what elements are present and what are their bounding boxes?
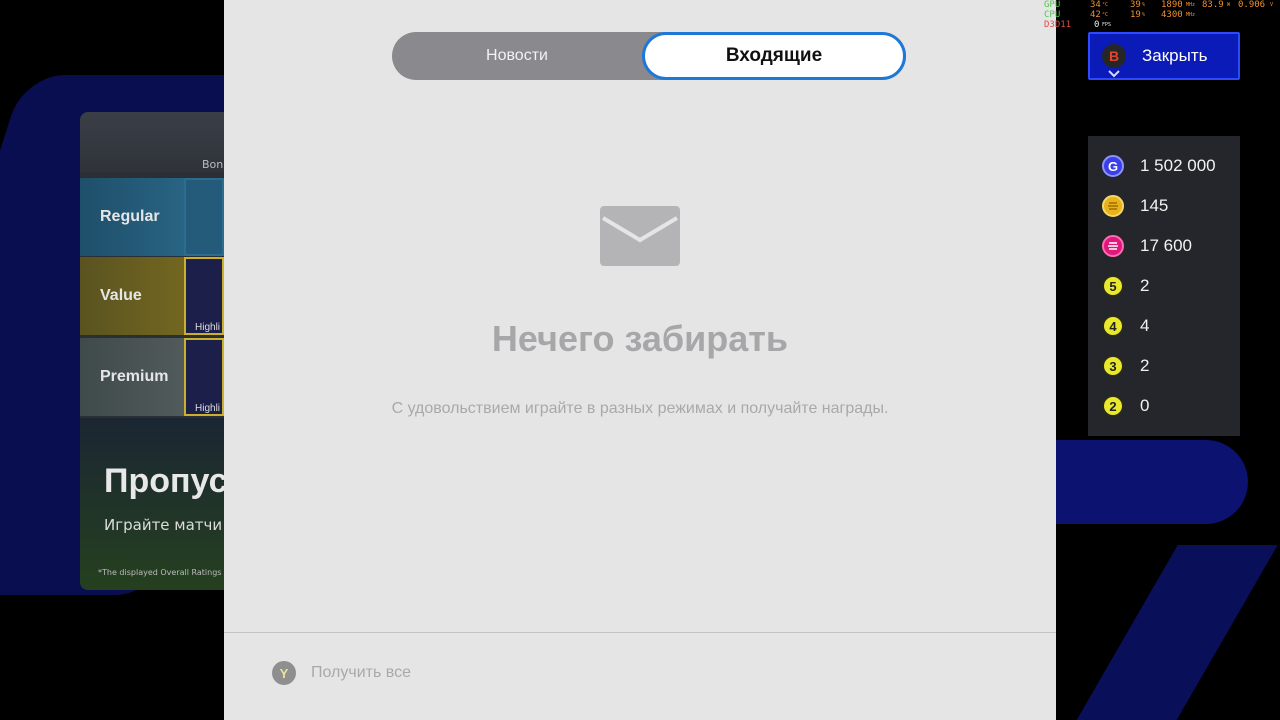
envelope-icon — [600, 206, 680, 266]
perf-gpu-power-unit: W — [1227, 2, 1231, 8]
background-promo-subtitle: Играйте матчи — [104, 516, 223, 534]
gp-coin-icon: G — [1102, 155, 1124, 177]
perf-cpu-temp: 42 — [1090, 10, 1101, 20]
background-card-thumb-label: Highli — [195, 322, 221, 333]
currency-row-coins: 145 — [1102, 194, 1168, 218]
chevron-down-icon — [1108, 70, 1120, 78]
background-card-label: Value — [100, 287, 142, 304]
currency-row-gp: G 1 502 000 — [1102, 154, 1216, 178]
tab-switch: Новости Входящие — [392, 32, 906, 80]
ticket-5-icon: 5 — [1102, 275, 1124, 297]
perf-cpu-load: 19 — [1130, 10, 1141, 20]
currency-row-ticket-2: 2 0 — [1102, 394, 1149, 418]
background-card-thumb — [184, 178, 224, 256]
close-button-label: Закрыть — [1142, 46, 1208, 65]
currency-value: 17 600 — [1140, 236, 1192, 255]
perf-gpu-load-unit: % — [1142, 2, 1146, 8]
currency-row-ticket-3: 3 2 — [1102, 354, 1149, 378]
perf-gpu-clock: 1890 — [1161, 0, 1183, 10]
perf-cpu-clock-unit: MHz — [1186, 12, 1196, 18]
perf-gpu-voltage-unit: V — [1270, 2, 1274, 8]
performance-overlay: GPU 34 °C 39 % 1890 MHz 83.9 W 0.906 V C… — [1044, 0, 1280, 32]
perf-gpu-clock-unit: MHz — [1186, 2, 1196, 8]
background-promo-note: *The displayed Overall Ratings re — [98, 568, 230, 577]
currency-panel: G 1 502 000 145 17 600 5 2 4 4 3 2 2 0 — [1088, 136, 1240, 436]
currency-value: 0 — [1140, 396, 1150, 415]
currency-row-ticket-5: 5 2 — [1102, 274, 1149, 298]
perf-gpu-load: 39 — [1130, 0, 1141, 10]
ticket-3-icon: 3 — [1102, 355, 1124, 377]
empty-state-subtitle: С удовольствием играйте в разных режимах… — [391, 400, 889, 417]
background-card-regular: Regular — [80, 178, 230, 256]
inbox-modal: Новости Входящие Нечего забирать С удово… — [224, 0, 1056, 720]
claim-all-button[interactable]: Y Получить все — [272, 660, 411, 686]
currency-row-ticket-4: 4 4 — [1102, 314, 1149, 338]
currency-value: 2 — [1140, 356, 1150, 375]
background-card-premium: Premium Highli — [80, 338, 230, 416]
currency-value: 2 — [1140, 276, 1150, 295]
perf-cpu-temp-unit: °C — [1102, 12, 1109, 18]
currency-row-points: 17 600 — [1102, 234, 1192, 258]
background-promo: Пропус Играйте матчи *The displayed Over… — [80, 418, 230, 590]
tab-news[interactable]: Новости — [392, 32, 642, 80]
empty-state-title: Нечего забирать — [491, 318, 789, 359]
background-stripe — [1062, 545, 1278, 720]
currency-value: 145 — [1140, 196, 1169, 215]
y-button-icon: Y — [272, 661, 296, 685]
background-promo-title: Пропус — [104, 462, 228, 500]
perf-fps-unit: FPS — [1102, 22, 1112, 28]
perf-fps: 0 — [1094, 20, 1100, 30]
background-card-label: Regular — [100, 208, 160, 225]
ticket-2-icon: 2 — [1102, 395, 1124, 417]
tab-inbox[interactable]: Входящие — [642, 32, 906, 80]
perf-api-label: D3D11 — [1044, 20, 1072, 30]
close-button[interactable]: B Закрыть — [1088, 32, 1240, 80]
perf-cpu-label: CPU — [1044, 10, 1061, 20]
background-pack-panel: Bonu Regular Value Highli Premium Highli… — [80, 112, 230, 590]
b-button-icon: B — [1102, 44, 1126, 78]
b-button-key: B — [1108, 48, 1120, 64]
perf-gpu-power: 83.9 — [1202, 0, 1224, 10]
perf-cpu-load-unit: % — [1142, 12, 1146, 18]
background-card-value: Value Highli — [80, 257, 230, 335]
background-card-label: Premium — [100, 368, 169, 385]
background-panel-header: Bonu — [80, 112, 230, 172]
currency-value: 1 502 000 — [1140, 156, 1216, 175]
efootball-coin-icon — [1102, 195, 1124, 217]
ticket-4-icon: 4 — [1102, 315, 1124, 337]
footer-divider — [224, 632, 1056, 633]
claim-all-label: Получить все — [311, 664, 411, 681]
efootball-point-icon — [1102, 235, 1124, 257]
perf-gpu-temp-unit: °C — [1102, 2, 1109, 8]
currency-value: 4 — [1140, 316, 1150, 335]
perf-gpu-voltage: 0.906 — [1238, 0, 1266, 10]
perf-cpu-clock: 4300 — [1161, 10, 1183, 20]
perf-gpu-temp: 34 — [1090, 0, 1101, 10]
perf-gpu-label: GPU — [1044, 0, 1061, 10]
background-card-thumb-label: Highli — [195, 403, 221, 414]
